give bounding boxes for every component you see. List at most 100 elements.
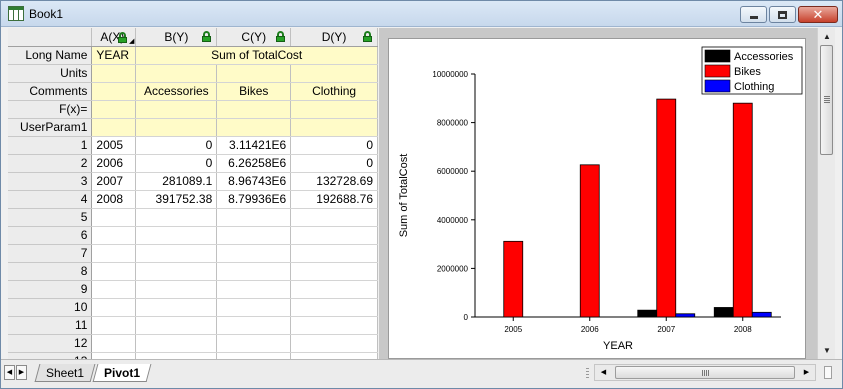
data-cell[interactable]: 6.26258E6 xyxy=(216,154,292,173)
data-cell[interactable] xyxy=(135,298,218,317)
tab-pivot1[interactable]: Pivot1 xyxy=(92,364,152,382)
data-cell[interactable] xyxy=(290,226,378,245)
data-cell[interactable] xyxy=(216,316,292,335)
vertical-scrollbar[interactable]: ▲ ▼ xyxy=(817,28,835,359)
column-header-c[interactable]: C(Y) xyxy=(216,28,292,47)
meta-cell[interactable]: Bikes xyxy=(216,82,292,101)
meta-cell[interactable] xyxy=(290,100,378,119)
vertical-scroll-thumb[interactable] xyxy=(820,45,833,155)
row-number[interactable]: 13 xyxy=(8,352,93,359)
minimize-button[interactable] xyxy=(740,6,767,23)
data-cell[interactable]: 391752.38 xyxy=(135,190,218,209)
data-cell[interactable] xyxy=(91,316,137,335)
data-cell[interactable] xyxy=(216,262,292,281)
close-button[interactable]: ✕ xyxy=(798,6,838,23)
data-cell[interactable] xyxy=(91,280,137,299)
meta-cell[interactable] xyxy=(135,100,218,119)
row-number[interactable]: 3 xyxy=(8,172,93,191)
worksheet-grid[interactable]: A(X) ◢ B(Y) C(Y) D(Y) Long Name YEAR Sum… xyxy=(8,28,378,359)
data-cell[interactable] xyxy=(91,298,137,317)
data-cell[interactable] xyxy=(135,280,218,299)
data-cell[interactable] xyxy=(216,280,292,299)
data-cell[interactable]: 192688.76 xyxy=(290,190,378,209)
row-number[interactable]: 7 xyxy=(8,244,93,263)
meta-cell[interactable] xyxy=(290,64,378,83)
row-header[interactable]: Units xyxy=(8,64,93,83)
row-header[interactable]: UserParam1 xyxy=(8,118,93,137)
tab-scroll-right-icon[interactable]: ▶ xyxy=(16,365,27,380)
data-cell[interactable] xyxy=(91,226,137,245)
data-cell[interactable]: 2007 xyxy=(91,172,137,191)
meta-cell[interactable] xyxy=(290,118,378,137)
scroll-up-icon[interactable]: ▲ xyxy=(818,28,836,45)
row-number[interactable]: 6 xyxy=(8,226,93,245)
data-cell[interactable]: 2008 xyxy=(91,190,137,209)
data-cell[interactable] xyxy=(216,244,292,263)
data-cell[interactable] xyxy=(91,262,137,281)
data-cell[interactable] xyxy=(135,352,218,359)
data-cell[interactable] xyxy=(290,208,378,227)
data-cell[interactable] xyxy=(216,208,292,227)
data-cell[interactable] xyxy=(290,262,378,281)
meta-cell[interactable] xyxy=(216,100,292,119)
meta-cell[interactable] xyxy=(91,64,137,83)
column-header-b[interactable]: B(Y) xyxy=(135,28,218,47)
data-cell[interactable] xyxy=(216,352,292,359)
row-number[interactable]: 8 xyxy=(8,262,93,281)
data-cell[interactable]: 3.11421E6 xyxy=(216,136,292,155)
meta-cell[interactable] xyxy=(135,118,218,137)
tab-scroll-left-icon[interactable]: ◀ xyxy=(4,365,15,380)
data-cell[interactable] xyxy=(290,280,378,299)
restore-button[interactable] xyxy=(769,6,796,23)
data-cell[interactable] xyxy=(135,226,218,245)
meta-cell[interactable] xyxy=(91,118,137,137)
corner-cell[interactable] xyxy=(8,28,93,47)
column-header-a[interactable]: A(X) ◢ xyxy=(91,28,137,47)
horizontal-scrollbar[interactable]: ◀ ▶ xyxy=(594,364,816,381)
data-cell[interactable]: 2005 xyxy=(91,136,137,155)
data-cell[interactable] xyxy=(290,334,378,353)
row-number[interactable]: 10 xyxy=(8,298,93,317)
tab-sheet1[interactable]: Sheet1 xyxy=(34,364,96,382)
horizontal-scroll-thumb[interactable] xyxy=(615,366,795,379)
meta-cell[interactable]: Clothing xyxy=(290,82,378,101)
meta-cell[interactable] xyxy=(216,64,292,83)
data-cell[interactable]: 8.96743E6 xyxy=(216,172,292,191)
bar-chart[interactable]: 0 2000000 4000000 6000000 8000000 10000000 200… xyxy=(389,39,807,359)
row-number[interactable]: 5 xyxy=(8,208,93,227)
column-header-d[interactable]: D(Y) xyxy=(290,28,378,47)
row-header[interactable]: Long Name xyxy=(8,46,93,65)
splitter-grip[interactable] xyxy=(586,368,589,379)
data-cell[interactable] xyxy=(290,298,378,317)
scroll-right-icon[interactable]: ▶ xyxy=(798,365,815,380)
scroll-down-icon[interactable]: ▼ xyxy=(818,342,836,359)
data-cell[interactable]: 0 xyxy=(290,136,378,155)
data-cell[interactable] xyxy=(216,226,292,245)
data-cell[interactable] xyxy=(135,262,218,281)
meta-cell[interactable] xyxy=(216,118,292,137)
scroll-left-icon[interactable]: ◀ xyxy=(595,365,612,380)
data-cell[interactable]: 281089.1 xyxy=(135,172,218,191)
data-cell[interactable] xyxy=(91,352,137,359)
row-number[interactable]: 4 xyxy=(8,190,93,209)
row-number[interactable]: 12 xyxy=(8,334,93,353)
meta-cell[interactable]: Accessories xyxy=(135,82,218,101)
data-cell[interactable] xyxy=(91,334,137,353)
meta-cell[interactable] xyxy=(91,100,137,119)
data-cell[interactable]: 132728.69 xyxy=(290,172,378,191)
graph-page[interactable]: 0 2000000 4000000 6000000 8000000 10000000 200… xyxy=(388,38,806,359)
row-number[interactable]: 1 xyxy=(8,136,93,155)
meta-cell[interactable]: YEAR xyxy=(91,46,137,65)
data-cell[interactable]: 0 xyxy=(135,154,218,173)
meta-cell[interactable] xyxy=(135,64,218,83)
data-cell[interactable] xyxy=(135,244,218,263)
row-header[interactable]: F(x)= xyxy=(8,100,93,119)
row-number[interactable]: 9 xyxy=(8,280,93,299)
data-cell[interactable] xyxy=(91,208,137,227)
meta-cell-merged[interactable]: Sum of TotalCost xyxy=(135,46,378,65)
split-box[interactable] xyxy=(824,366,832,379)
data-cell[interactable]: 0 xyxy=(135,136,218,155)
data-cell[interactable]: 2006 xyxy=(91,154,137,173)
data-cell[interactable] xyxy=(290,244,378,263)
data-cell[interactable] xyxy=(135,334,218,353)
